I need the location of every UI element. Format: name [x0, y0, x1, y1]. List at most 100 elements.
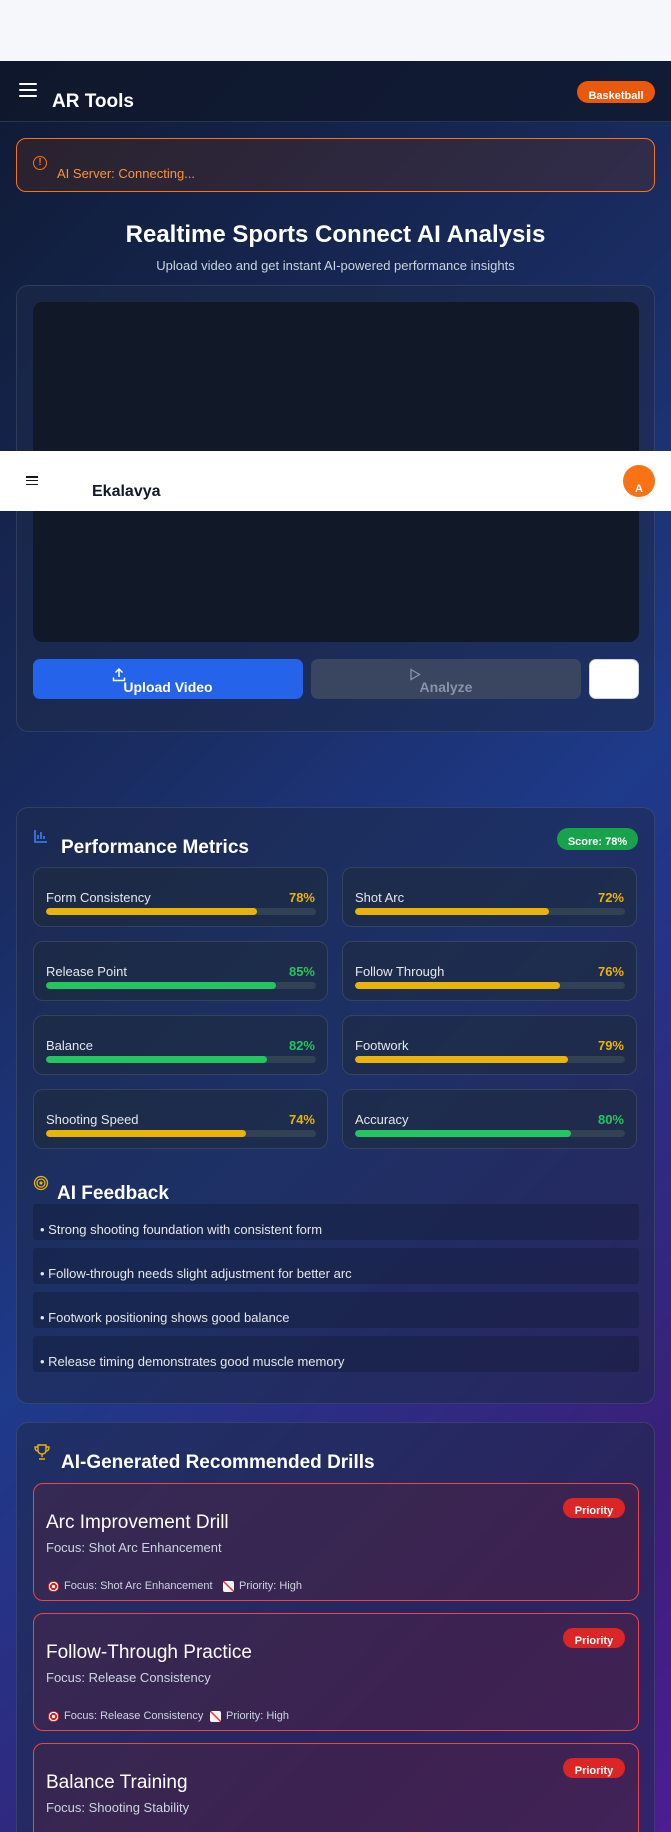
metric-card: Form Consistency 78% — [33, 867, 328, 927]
metric-value: 72% — [597, 890, 624, 905]
drill-title: Balance Training — [46, 1772, 188, 1793]
metric-progress-fill — [355, 1130, 571, 1137]
metric-label: Footwork — [355, 1038, 409, 1053]
drills-title: AI-Generated Recommended Drills — [61, 1452, 375, 1473]
drill-meta-focus-text: Focus: Release Consistency — [64, 1710, 204, 1722]
app-container: AR Tools Basketball ! AI Server: Connect… — [0, 61, 671, 1832]
metric-progress-track — [355, 1130, 625, 1137]
upload-video-button[interactable]: Upload Video — [33, 659, 303, 699]
ekalavya-header: Ekalavya A — [0, 451, 671, 511]
drill-card[interactable]: Balance Training Focus: Shooting Stabilit… — [33, 1743, 639, 1832]
metric-value: 76% — [597, 964, 624, 979]
metric-progress-fill — [46, 1130, 246, 1137]
priority-badge: Priority — [563, 1758, 625, 1778]
bar-chart-icon — [33, 828, 49, 848]
drill-meta-focus-text: Focus: Shot Arc Enhancement — [64, 1580, 213, 1592]
performance-metrics-card: Performance Metrics Score: 78% Form Cons… — [16, 807, 655, 1404]
drill-meta-priority: Priority: High — [210, 1710, 289, 1722]
drill-meta-priority: Priority: High — [223, 1580, 302, 1592]
metric-progress-fill — [355, 982, 561, 989]
metric-progress-track — [46, 908, 316, 915]
metric-progress-fill — [46, 908, 257, 915]
drill-focus: Focus: Release Consistency — [46, 1670, 211, 1685]
server-status-text: AI Server: Connecting... — [57, 166, 196, 181]
metric-card: Accuracy 80% — [342, 1089, 637, 1149]
feedback-item: • Release timing demonstrates good muscl… — [33, 1336, 639, 1372]
menu-icon[interactable] — [26, 476, 38, 485]
metric-progress-track — [355, 908, 625, 915]
metric-card: Follow Through 76% — [342, 941, 637, 1001]
menu-icon[interactable] — [19, 83, 37, 97]
metric-label: Form Consistency — [46, 890, 151, 905]
sport-badge[interactable]: Basketball — [577, 81, 655, 103]
metric-progress-track — [46, 1056, 316, 1063]
feedback-item: • Follow-through needs slight adjustment… — [33, 1248, 639, 1284]
metric-value: 85% — [288, 964, 315, 979]
metric-progress-fill — [355, 908, 550, 915]
page-title: Realtime Sports Connect AI Analysis — [125, 221, 546, 248]
metric-label: Shooting Speed — [46, 1112, 139, 1127]
analyze-button[interactable]: Analyze — [311, 659, 581, 699]
feedback-text: • Strong shooting foundation with consis… — [40, 1222, 323, 1237]
drill-card[interactable]: Follow-Through Practice Focus: Release Co… — [33, 1613, 639, 1731]
metric-card: Balance 82% — [33, 1015, 328, 1075]
drill-focus: Focus: Shot Arc Enhancement — [46, 1540, 222, 1555]
metric-value: 80% — [597, 1112, 624, 1127]
drill-title: Follow-Through Practice — [46, 1642, 252, 1663]
metric-card: Shooting Speed 74% — [33, 1089, 328, 1149]
app-title: AR Tools — [52, 91, 134, 112]
feedback-item: • Strong shooting foundation with consis… — [33, 1204, 639, 1240]
metric-card: Release Point 85% — [33, 941, 328, 1001]
metric-label: Balance — [46, 1038, 93, 1053]
play-icon — [409, 668, 421, 684]
metric-value: 79% — [597, 1038, 624, 1053]
chart-icon — [210, 1710, 221, 1722]
drill-card[interactable]: Arc Improvement Drill Focus: Shot Arc Enh… — [33, 1483, 639, 1601]
page-subtitle: Upload video and get instant AI-powered … — [156, 258, 515, 273]
metric-value: 78% — [288, 890, 315, 905]
feedback-item: • Footwork positioning shows good balanc… — [33, 1292, 639, 1328]
metric-value: 74% — [288, 1112, 315, 1127]
feedback-title: AI Feedback — [57, 1183, 169, 1204]
metric-label: Release Point — [46, 964, 127, 979]
feedback-text: • Follow-through needs slight adjustment… — [40, 1266, 352, 1281]
upload-video-label: Upload Video — [123, 679, 213, 695]
metric-progress-track — [355, 982, 625, 989]
trophy-icon — [33, 1443, 51, 1465]
metric-label: Shot Arc — [355, 890, 405, 905]
priority-badge: Priority — [563, 1498, 625, 1518]
metrics-title: Performance Metrics — [61, 837, 249, 858]
metric-card: Shot Arc 72% — [342, 867, 637, 927]
metric-progress-track — [355, 1056, 625, 1063]
drill-title: Arc Improvement Drill — [46, 1512, 229, 1533]
priority-badge: Priority — [563, 1628, 625, 1648]
score-badge: Score: 78% — [557, 828, 638, 850]
metric-progress-track — [46, 1130, 316, 1137]
drill-meta-priority-text: Priority: High — [239, 1580, 302, 1592]
app-header: AR Tools Basketball — [0, 61, 671, 122]
drill-focus: Focus: Shooting Stability — [46, 1800, 190, 1815]
analyze-label: Analyze — [419, 679, 473, 695]
metric-progress-fill — [46, 982, 276, 989]
brand-title: Ekalavya — [92, 483, 161, 500]
alert-icon: ! — [33, 156, 47, 170]
extra-action-button[interactable] — [589, 659, 639, 699]
drill-meta-focus: Focus: Release Consistency — [48, 1710, 203, 1722]
metric-label: Follow Through — [355, 964, 445, 979]
metric-progress-track — [46, 982, 316, 989]
drill-meta-focus: Focus: Shot Arc Enhancement — [48, 1580, 213, 1592]
avatar[interactable]: A — [623, 465, 655, 497]
target-icon — [48, 1710, 59, 1722]
metric-label: Accuracy — [355, 1112, 409, 1127]
recommended-drills-card: AI-Generated Recommended Drills Arc Impr… — [16, 1422, 655, 1832]
metric-value: 82% — [288, 1038, 315, 1053]
metric-progress-fill — [46, 1056, 268, 1063]
upload-icon — [112, 667, 126, 685]
chart-icon — [223, 1580, 234, 1592]
drill-meta-priority-text: Priority: High — [226, 1710, 289, 1722]
server-status-alert: ! AI Server: Connecting... — [16, 138, 655, 192]
feedback-text: • Release timing demonstrates good muscl… — [40, 1354, 345, 1369]
metric-card: Footwork 79% — [342, 1015, 637, 1075]
feedback-text: • Footwork positioning shows good balanc… — [40, 1310, 290, 1325]
target-icon — [33, 1175, 49, 1195]
